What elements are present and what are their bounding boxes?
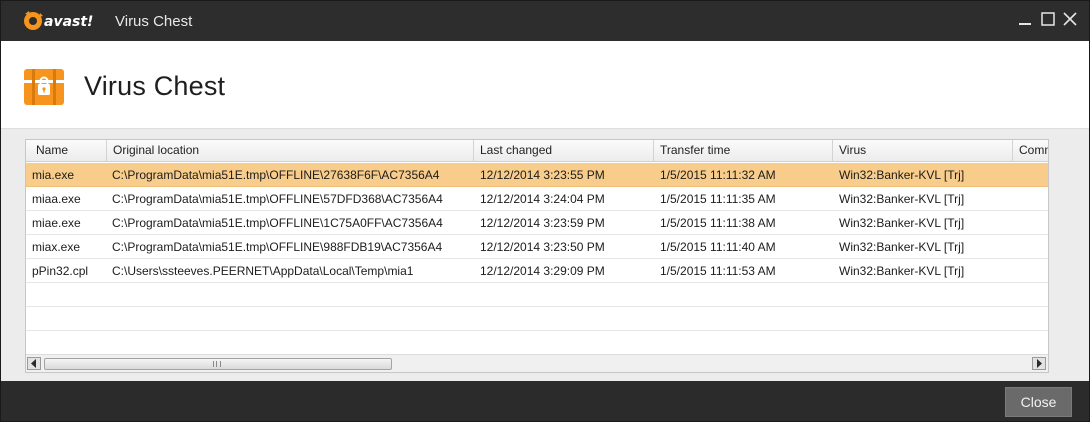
cell-original-location: C:\ProgramData\mia51E.tmp\OFFLINE\27638F… (112, 168, 440, 182)
title-bar[interactable]: avast! Virus Chest (1, 1, 1089, 41)
minimize-icon[interactable] (1015, 9, 1035, 29)
table-row[interactable]: mia.exe C:\ProgramData\mia51E.tmp\OFFLIN… (26, 163, 1048, 187)
horizontal-scrollbar[interactable] (26, 354, 1048, 372)
cell-transfer-time: 1/5/2015 11:11:53 AM (660, 264, 776, 278)
cell-original-location: C:\ProgramData\mia51E.tmp\OFFLINE\57DFD3… (112, 192, 443, 206)
cell-transfer-time: 1/5/2015 11:11:40 AM (660, 240, 776, 254)
page-title: Virus Chest (84, 71, 226, 101)
cell-original-location: C:\ProgramData\mia51E.tmp\OFFLINE\1C75A0… (112, 216, 443, 230)
column-header-transfer-time[interactable]: Transfer time (653, 140, 832, 162)
column-header-virus[interactable]: Virus (832, 140, 1012, 162)
cell-transfer-time: 1/5/2015 11:11:35 AM (660, 192, 776, 206)
arrow-left-icon[interactable] (27, 357, 41, 370)
cell-virus: Win32:Banker-KVL [Trj] (839, 240, 965, 254)
brand-text: avast! (44, 14, 93, 30)
virus-chest-window: avast! Virus Chest Virus Chest Name Orig… (0, 0, 1090, 422)
cell-virus: Win32:Banker-KVL [Trj] (839, 192, 965, 206)
scrollbar-thumb[interactable] (44, 358, 392, 370)
cell-last-changed: 12/12/2014 3:24:04 PM (480, 192, 605, 206)
grip-icon (213, 361, 221, 367)
table-body: mia.exe C:\ProgramData\mia51E.tmp\OFFLIN… (26, 163, 1048, 331)
cell-last-changed: 12/12/2014 3:23:55 PM (480, 168, 605, 182)
cell-last-changed: 12/12/2014 3:23:50 PM (480, 240, 605, 254)
cell-virus: Win32:Banker-KVL [Trj] (839, 216, 965, 230)
content-area: Name Original location Last changed Tran… (1, 129, 1089, 381)
page-header: Virus Chest (1, 41, 1089, 129)
empty-row (26, 283, 1048, 307)
column-header-name[interactable]: Name (26, 140, 106, 162)
cell-original-location: C:\ProgramData\mia51E.tmp\OFFLINE\988FDB… (112, 240, 443, 254)
table-row[interactable]: miae.exe C:\ProgramData\mia51E.tmp\OFFLI… (26, 211, 1048, 235)
cell-virus: Win32:Banker-KVL [Trj] (839, 168, 965, 182)
cell-last-changed: 12/12/2014 3:29:09 PM (480, 264, 605, 278)
table-row[interactable]: pPin32.cpl C:\Users\ssteeves.PEERNET\App… (26, 259, 1048, 283)
close-icon[interactable] (1060, 9, 1080, 29)
table-row[interactable]: miax.exe C:\ProgramData\mia51E.tmp\OFFLI… (26, 235, 1048, 259)
arrow-right-icon[interactable] (1032, 357, 1046, 370)
cell-name: pPin32.cpl (32, 264, 89, 278)
avast-logo: avast! (24, 11, 93, 30)
maximize-icon[interactable] (1038, 9, 1058, 29)
column-header-last-changed[interactable]: Last changed (473, 140, 653, 162)
cell-last-changed: 12/12/2014 3:23:59 PM (480, 216, 605, 230)
cell-transfer-time: 1/5/2015 11:11:38 AM (660, 216, 776, 230)
cell-transfer-time: 1/5/2015 11:11:32 AM (660, 168, 776, 182)
cell-original-location: C:\Users\ssteeves.PEERNET\AppData\Local\… (112, 264, 414, 278)
cell-name: miaa.exe (32, 192, 81, 206)
column-header-original-location[interactable]: Original location (106, 140, 473, 162)
virus-chest-table[interactable]: Name Original location Last changed Tran… (25, 139, 1049, 373)
cell-name: miax.exe (32, 240, 81, 254)
cell-name: miae.exe (32, 216, 81, 230)
cell-virus: Win32:Banker-KVL [Trj] (839, 264, 965, 278)
cell-name: mia.exe (32, 168, 75, 182)
window-title: Virus Chest (115, 13, 193, 30)
close-button[interactable]: Close (1005, 387, 1072, 417)
table-header: Name Original location Last changed Tran… (26, 140, 1048, 162)
empty-row (26, 307, 1048, 331)
footer-bar: Close (1, 381, 1089, 421)
column-header-comment[interactable]: Comm (1012, 140, 1048, 162)
chest-lock-icon (24, 69, 64, 105)
table-row[interactable]: miaa.exe C:\ProgramData\mia51E.tmp\OFFLI… (26, 187, 1048, 211)
